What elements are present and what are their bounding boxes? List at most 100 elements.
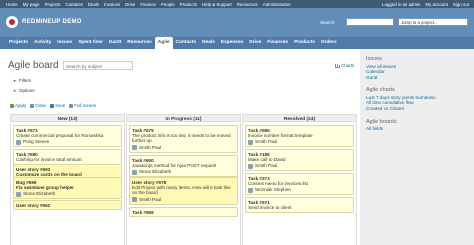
top-menu-item-home[interactable]: Home (6, 2, 18, 7)
issue-card[interactable]: Task #571 Send invoice to client (245, 197, 354, 213)
issue-card[interactable]: Task #600 Javascript method for Ajax POS… (129, 155, 238, 178)
assignee-name: Stone Elizabeth (139, 169, 172, 175)
options-label: Options (18, 88, 35, 93)
tab-products[interactable]: Products (291, 37, 318, 49)
assignee-name: Smith Paul (255, 163, 278, 169)
sidebar-agile-charts: Agile charts Last 7 days story points bu… (366, 87, 468, 111)
charts-link[interactable]: Charts (335, 63, 354, 68)
query-actions: Apply Clear Save Full screen (10, 103, 96, 108)
redmineup-logo-icon (6, 16, 18, 28)
save-button[interactable]: Save (50, 103, 65, 108)
top-menu-item-resources[interactable]: Resources (237, 2, 258, 7)
assignee-name: Wozniak Stephen (255, 187, 291, 193)
tab-expenses[interactable]: Expenses (218, 37, 246, 49)
gantt-link[interactable]: Gantt (366, 75, 468, 81)
main-menu: Projects Activity Issues Spent time Gant… (0, 37, 474, 49)
column-header-resolved: Resolved (24) (242, 114, 357, 122)
card-subject: Javascript method for Ajax POST request (132, 162, 217, 168)
account-menu: Logged in as admin My account Sign out (382, 2, 469, 7)
brand-name: REDMINEUP DEMO (22, 19, 82, 25)
top-menu-item-invoices[interactable]: Invoices (104, 2, 120, 7)
jump-to-project-select[interactable]: Jump to a project... (398, 18, 468, 26)
all-fields-link[interactable]: All fields (366, 126, 468, 132)
card-subject: Edit Project with many items, How will i… (132, 184, 231, 196)
main-menu-tabs: Projects Activity Issues Spent time Gant… (6, 37, 340, 49)
filters-label: Filters (18, 78, 32, 83)
column-header-new: New (13) (10, 114, 125, 122)
tab-agile[interactable]: Agile (154, 37, 173, 49)
top-menu-item-contacts[interactable]: Contacts (65, 2, 82, 7)
main-content: Agile board Search by subject Charts ► Fi… (5, 55, 357, 245)
top-menu-items: Home My page Projects Contacts Deals Inv… (6, 2, 291, 7)
issue-card[interactable]: Task #585 Invoice number format template… (245, 125, 354, 148)
tab-resources[interactable]: Resources (124, 37, 155, 49)
top-menu-item-projects[interactable]: Projects (45, 2, 61, 7)
tab-gantt[interactable]: Gantt (106, 37, 125, 49)
logged-in-label: Logged in as admin (382, 1, 421, 7)
sign-out-link[interactable]: Sign out (453, 2, 469, 7)
issue-card[interactable]: Task #580 Cashing for invoice total amou… (13, 149, 122, 165)
assignee-name: Smith Paul (139, 144, 162, 150)
avatar-icon (248, 139, 253, 145)
assignee-name: Stone Elizabeth (23, 191, 56, 197)
card-assignee: Smith Paul (132, 145, 235, 150)
filters-toggle[interactable]: ► Filters (13, 78, 31, 83)
issue-card[interactable]: Bug #599 Fix swimlane group helper Stone… (13, 177, 122, 200)
issue-card[interactable]: User story #562 (13, 200, 122, 211)
checkmark-icon (10, 103, 14, 108)
card-subject: Create commercial proposal for Romashka (16, 132, 104, 138)
tab-drive[interactable]: Drive (246, 37, 264, 49)
save-icon (50, 103, 55, 108)
avatar-icon (132, 196, 137, 202)
issue-card[interactable]: User story #578 Edit Project with many i… (129, 177, 238, 205)
top-menu-item-drive[interactable]: Drive (125, 2, 135, 7)
my-account-link[interactable]: My account (425, 2, 447, 7)
issue-card[interactable]: Task #572 Create commercial proposal for… (13, 125, 122, 148)
fullscreen-label: Full screen (74, 103, 97, 108)
fullscreen-button[interactable]: Full screen (69, 103, 96, 108)
subject-search-input[interactable]: Search by subject (63, 61, 133, 70)
card-subject: Fix swimlane group helper (16, 184, 74, 190)
assignee-name: Smith Paul (255, 139, 278, 145)
top-menu-item-administration[interactable]: Administration (263, 2, 291, 7)
column-resolved: Task #585 Invoice number format template… (242, 123, 357, 245)
top-menu-item-people[interactable]: People (161, 2, 175, 7)
tab-spent-time[interactable]: Spent time (75, 37, 106, 49)
issue-card[interactable]: Task #575 The product info is too low, i… (129, 125, 238, 153)
card-assignee: Stone Elizabeth (16, 191, 119, 197)
sidebar: Issues View all issues Calendar Gantt Ag… (360, 49, 474, 245)
tab-contacts[interactable]: Contacts (173, 37, 200, 49)
tab-deals[interactable]: Deals (199, 37, 218, 49)
top-menu-item-help[interactable]: Help & Support (202, 2, 232, 7)
card-title[interactable]: User story #562 (16, 203, 119, 208)
tab-issues[interactable]: Issues (54, 37, 75, 49)
search-label: Search: (320, 20, 336, 25)
card-title[interactable]: Task #559 (132, 210, 235, 215)
tab-activity[interactable]: Activity (31, 37, 54, 49)
card-assignee: Smith Paul (248, 139, 351, 145)
card-assignee: Smith Paul (132, 197, 235, 202)
created-vs-closed-link[interactable]: Created vs Closed (366, 106, 468, 112)
sidebar-heading-agile-boards: Agile boards (366, 118, 397, 125)
column-header-in-progress: In Progress (11) (126, 114, 241, 122)
top-menu-item-deals[interactable]: Deals (88, 2, 99, 7)
issue-card[interactable]: Task #373 Context menu for invoices list… (245, 173, 354, 196)
top-menu-item-finance[interactable]: Finance (140, 2, 156, 7)
tab-projects[interactable]: Projects (6, 37, 31, 49)
issue-card[interactable]: Task #559 (129, 207, 238, 218)
apply-button[interactable]: Apply (10, 103, 26, 108)
chart-icon (335, 63, 340, 68)
card-subject: Send invoice to client (248, 204, 292, 210)
charts-link-label: Charts (341, 63, 355, 68)
options-toggle[interactable]: ► Options (13, 88, 34, 93)
top-menu-item-my-page[interactable]: My page (23, 2, 40, 7)
tab-finances[interactable]: Finances (264, 37, 291, 49)
column-in-progress: Task #575 The product info is too low, i… (126, 123, 241, 245)
issue-card[interactable]: Task #188 Make call to David Smith Paul (245, 149, 354, 172)
tab-orders[interactable]: Orders (318, 37, 340, 49)
top-menu-item-products[interactable]: Products (180, 2, 197, 7)
search-input[interactable] (346, 18, 394, 26)
clear-button[interactable]: Clear (30, 103, 46, 108)
apply-label: Apply (15, 103, 27, 108)
top-menu: Home My page Projects Contacts Deals Inv… (0, 0, 474, 8)
